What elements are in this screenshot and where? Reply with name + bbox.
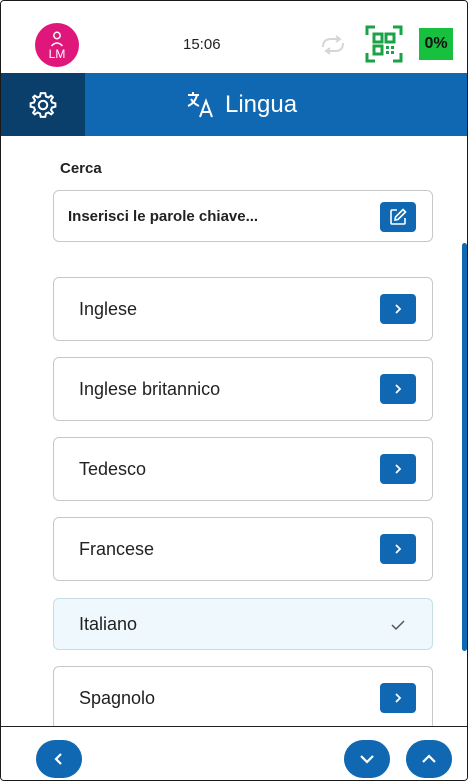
- scroll-down-button[interactable]: [344, 740, 390, 778]
- language-label: Inglese britannico: [79, 379, 221, 399]
- search-input[interactable]: [68, 191, 368, 241]
- page-title: Lingua: [187, 73, 297, 136]
- chevron-up-icon: [422, 754, 436, 763]
- language-open-button[interactable]: [380, 374, 416, 404]
- clock: 15:06: [183, 36, 221, 53]
- chevron-right-icon: [395, 544, 402, 554]
- language-open-button[interactable]: [380, 294, 416, 324]
- language-label: Inglese: [79, 299, 138, 319]
- search-label: Cerca: [60, 160, 102, 177]
- language-open-button[interactable]: [380, 683, 416, 713]
- chevron-right-icon: [395, 304, 402, 314]
- language-label: Italiano: [79, 614, 138, 634]
- chevron-right-icon: [395, 464, 402, 474]
- content-area: Cerca Inglese Inglese britannico: [1, 136, 467, 726]
- chevron-left-icon: [54, 753, 62, 765]
- status-bar: LM 15:06 0%: [1, 1, 467, 73]
- language-label: Francese: [79, 539, 155, 559]
- scrollbar[interactable]: [462, 243, 467, 651]
- battery-indicator: 0%: [419, 28, 453, 60]
- chevron-down-icon: [360, 755, 374, 764]
- user-avatar-icon: [50, 31, 64, 47]
- language-item-tedesco[interactable]: Tedesco: [53, 437, 433, 501]
- gear-icon: [29, 91, 57, 118]
- settings-button[interactable]: [1, 73, 85, 136]
- language-item-spagnolo[interactable]: Spagnolo: [53, 666, 433, 726]
- back-button[interactable]: [36, 740, 82, 778]
- translate-icon: [187, 91, 213, 117]
- language-item-francese[interactable]: Francese: [53, 517, 433, 581]
- chevron-right-icon: [395, 693, 402, 703]
- language-label: Spagnolo: [79, 688, 156, 708]
- sync-icon: [319, 35, 347, 60]
- checkmark-icon: [390, 618, 406, 636]
- avatar-initials: LM: [48, 46, 66, 61]
- chevron-right-icon: [395, 384, 402, 394]
- language-item-inglese-britannico[interactable]: Inglese britannico: [53, 357, 433, 421]
- language-item-italiano[interactable]: Italiano: [53, 598, 433, 650]
- header-bar: Lingua: [1, 73, 467, 136]
- device-screen: LM 15:06 0% Lingua Cerca Inserisci le pa…: [0, 0, 468, 781]
- edit-button[interactable]: [380, 202, 416, 232]
- language-label: Tedesco: [79, 459, 147, 479]
- qr-code-icon[interactable]: [365, 25, 403, 68]
- bottom-nav-bar: [1, 726, 467, 780]
- user-avatar[interactable]: LM: [35, 23, 79, 67]
- page-title-text: Lingua: [225, 90, 298, 118]
- edit-icon: [390, 208, 407, 225]
- search-box[interactable]: [53, 190, 433, 242]
- language-open-button[interactable]: [380, 534, 416, 564]
- scroll-up-button[interactable]: [406, 740, 452, 778]
- language-open-button[interactable]: [380, 454, 416, 484]
- language-item-inglese[interactable]: Inglese: [53, 277, 433, 341]
